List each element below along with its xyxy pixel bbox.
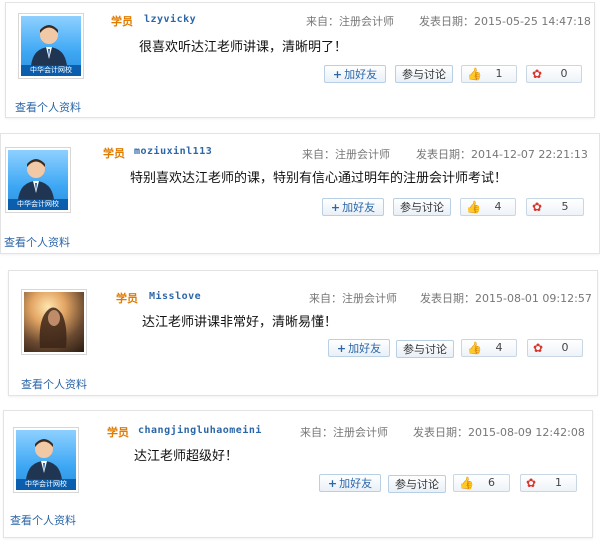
add-friend-button[interactable]: + 加好友 xyxy=(322,198,384,216)
comment-text: 达江老师讲课非常好，清晰易懂！ xyxy=(142,315,338,330)
avatar-image: 中华会计网校 xyxy=(21,16,81,76)
user-avatar-icon xyxy=(18,159,54,200)
portrait-photo-icon xyxy=(39,307,67,348)
user-role: 学员 xyxy=(111,15,133,28)
user-role: 学员 xyxy=(116,292,138,305)
view-profile-link[interactable]: 查看个人资料 xyxy=(21,376,87,392)
comment-text: 达江老师超级好！ xyxy=(134,449,239,464)
flower-icon: ✿ xyxy=(532,67,543,81)
thumbs-up-icon: 👍 xyxy=(467,67,482,81)
comment-card: 中华会计网校 查看个人资料 学员 changjingluhaomeini 来自：… xyxy=(3,410,593,538)
flower-count: 0 xyxy=(561,341,569,354)
add-friend-label: 加好友 xyxy=(344,68,378,81)
avatar-image xyxy=(24,292,84,352)
like-count: 4 xyxy=(494,200,502,213)
user-avatar-icon xyxy=(26,439,62,480)
add-friend-label: 加好友 xyxy=(339,477,373,490)
plus-icon: + xyxy=(330,201,341,214)
flower-icon: ✿ xyxy=(532,200,543,214)
view-profile-link[interactable]: 查看个人资料 xyxy=(15,99,81,115)
add-friend-button[interactable]: + 加好友 xyxy=(324,65,386,83)
flower-count: 5 xyxy=(561,200,569,213)
like-count: 6 xyxy=(488,476,495,489)
like-count: 4 xyxy=(495,341,503,354)
source-label: 来自：注册会计师 xyxy=(306,15,394,28)
like-count: 1 xyxy=(495,67,503,80)
discuss-button[interactable]: 参与讨论 xyxy=(388,475,446,493)
avatar-caption: 中华会计网校 xyxy=(16,479,76,490)
view-profile-link[interactable]: 查看个人资料 xyxy=(10,512,76,528)
like-button[interactable]: 👍 4 xyxy=(460,198,516,216)
flower-icon: ✿ xyxy=(533,341,544,355)
thumbs-up-icon: 👍 xyxy=(459,476,474,490)
username-link[interactable]: lzyvicky xyxy=(144,14,196,25)
view-profile-link[interactable]: 查看个人资料 xyxy=(4,234,70,250)
add-friend-button[interactable]: + 加好友 xyxy=(328,339,390,357)
source-label: 来自：注册会计师 xyxy=(300,426,388,439)
comment-card: 查看个人资料 学员 Misslove 来自：注册会计师 发表日期：2015-08… xyxy=(8,270,598,396)
avatar[interactable]: 中华会计网校 xyxy=(18,13,84,79)
user-role: 学员 xyxy=(103,147,125,160)
user-role: 学员 xyxy=(107,426,129,439)
avatar-image: 中华会计网校 xyxy=(16,430,76,490)
like-button[interactable]: 👍 6 xyxy=(453,474,510,492)
comment-card: 中华会计网校 查看个人资料 学员 moziuxinl113 来自：注册会计师 发… xyxy=(0,133,600,254)
avatar-caption: 中华会计网校 xyxy=(21,65,81,76)
add-friend-label: 加好友 xyxy=(342,201,376,214)
add-friend-button[interactable]: + 加好友 xyxy=(319,474,381,492)
flower-button[interactable]: ✿ 5 xyxy=(526,198,584,216)
comment-text: 很喜欢听达江老师讲课，清晰明了！ xyxy=(139,40,348,55)
post-date: 发表日期：2015-05-25 14:47:18 xyxy=(419,15,591,28)
like-button[interactable]: 👍 1 xyxy=(461,65,517,83)
thumbs-up-icon: 👍 xyxy=(467,341,482,355)
flower-icon: ✿ xyxy=(526,476,537,490)
flower-count: 1 xyxy=(555,476,562,489)
post-date: 发表日期：2014-12-07 22:21:13 xyxy=(416,148,588,161)
username-link[interactable]: Misslove xyxy=(149,291,201,302)
avatar-image: 中华会计网校 xyxy=(8,150,68,210)
avatar[interactable]: 中华会计网校 xyxy=(13,427,79,493)
username-link[interactable]: changjingluhaomeini xyxy=(138,425,262,436)
comment-text: 特别喜欢达江老师的课，特别有信心通过明年的注册会计师考试！ xyxy=(130,171,508,186)
flower-button[interactable]: ✿ 0 xyxy=(527,339,583,357)
user-avatar-icon xyxy=(31,25,67,66)
flower-button[interactable]: ✿ 1 xyxy=(520,474,577,492)
avatar-caption: 中华会计网校 xyxy=(8,199,68,210)
source-label: 来自：注册会计师 xyxy=(302,148,390,161)
source-label: 来自：注册会计师 xyxy=(309,292,397,305)
plus-icon: + xyxy=(327,477,338,490)
flower-button[interactable]: ✿ 0 xyxy=(526,65,582,83)
plus-icon: + xyxy=(332,68,343,81)
plus-icon: + xyxy=(336,342,347,355)
avatar[interactable]: 中华会计网校 xyxy=(5,147,71,213)
username-link[interactable]: moziuxinl113 xyxy=(134,146,212,157)
discuss-button[interactable]: 参与讨论 xyxy=(395,65,453,83)
flower-count: 0 xyxy=(560,67,568,80)
avatar[interactable] xyxy=(21,289,87,355)
post-date: 发表日期：2015-08-09 12:42:08 xyxy=(413,426,585,439)
post-date: 发表日期：2015-08-01 09:12:57 xyxy=(420,292,592,305)
thumbs-up-icon: 👍 xyxy=(466,200,481,214)
add-friend-label: 加好友 xyxy=(348,342,382,355)
like-button[interactable]: 👍 4 xyxy=(461,339,517,357)
discuss-button[interactable]: 参与讨论 xyxy=(393,198,451,216)
discuss-button[interactable]: 参与讨论 xyxy=(396,340,454,358)
comment-card: 中华会计网校 查看个人资料 学员 lzyvicky 来自：注册会计师 发表日期：… xyxy=(5,2,595,118)
